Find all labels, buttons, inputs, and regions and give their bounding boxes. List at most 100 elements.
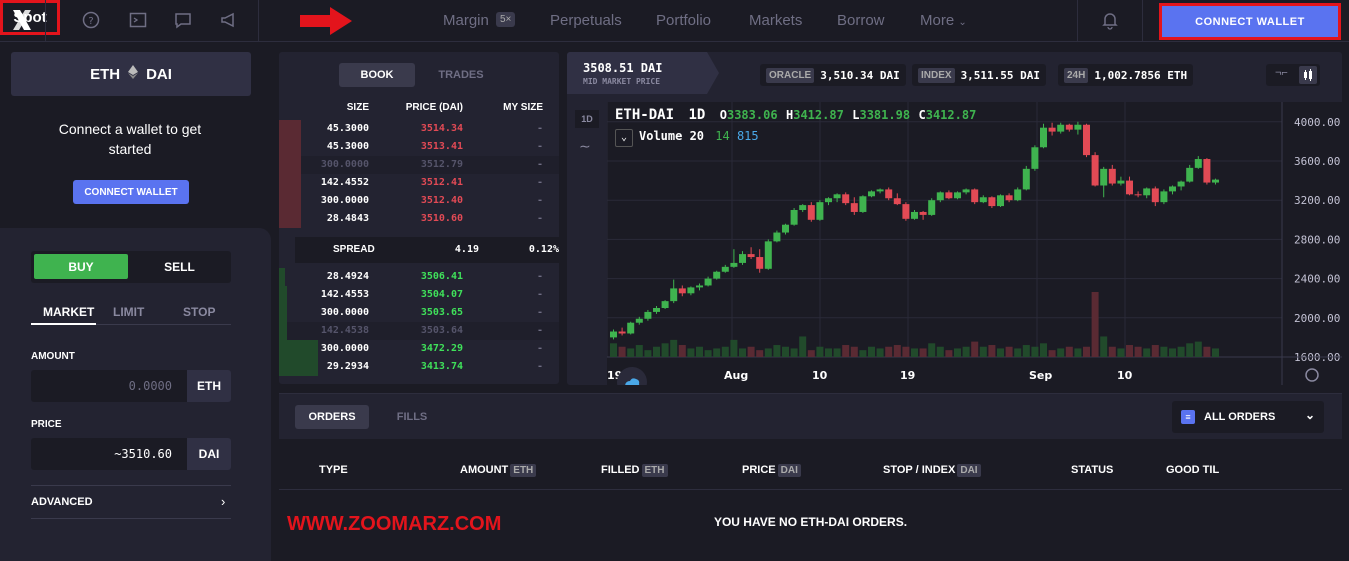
volume-bar: [1177, 346, 1185, 357]
megaphone-icon[interactable]: [219, 10, 239, 30]
tab-limit[interactable]: LIMIT: [113, 305, 144, 319]
ask-row[interactable]: 300.0000 3512.40 -: [279, 192, 559, 210]
volume-bar: [653, 346, 660, 357]
candle-body: [1186, 167, 1194, 182]
col-good-til: GOOD TIL: [1166, 464, 1220, 476]
depth-bar: [279, 268, 285, 286]
nav-portfolio[interactable]: Portfolio: [656, 12, 711, 29]
nav-perpetuals[interactable]: Perpetuals: [550, 12, 622, 29]
row-size: 45.3000: [326, 141, 369, 152]
index-value: 3,511.55 DAI: [960, 68, 1041, 82]
help-icon[interactable]: ?: [81, 10, 101, 30]
volume-bar: [670, 339, 678, 357]
bell-icon[interactable]: [1100, 10, 1120, 35]
orders-header: ORDERS FILLS ≡ ALL ORDERS ⌄: [279, 394, 1342, 439]
market-selector[interactable]: ETH DAI: [11, 52, 251, 96]
col-amount: AMOUNT ETH: [460, 464, 537, 477]
sidebar-connect-wallet-button[interactable]: CONNECT WALLET: [73, 180, 189, 204]
candle-body: [653, 308, 660, 312]
orders-filter-dropdown[interactable]: ≡ ALL ORDERS ⌄: [1172, 401, 1324, 433]
tab-fills[interactable]: FILLS: [379, 405, 445, 429]
interval-button[interactable]: 1D: [575, 110, 599, 128]
ask-row[interactable]: 300.0000 3512.79 -: [279, 156, 559, 174]
bid-row[interactable]: 142.4553 3504.07 -: [279, 286, 559, 304]
row-size: 142.4552: [320, 177, 369, 188]
price-input[interactable]: ~3510.60: [31, 438, 187, 470]
candle-body: [1048, 127, 1056, 132]
index-price: INDEX 3,511.55 DAI: [912, 64, 1047, 86]
volume-bar: [807, 350, 815, 357]
volume-bar: [747, 346, 755, 357]
candle-body: [1057, 124, 1065, 132]
ask-row[interactable]: 45.3000 3513.41 -: [279, 138, 559, 156]
y-tick-label: 3600.00: [1294, 155, 1340, 168]
depth-bar: [279, 286, 288, 304]
y-tick-label: 4000.00: [1294, 116, 1340, 129]
row-size: 300.0000: [320, 307, 369, 318]
tab-orders[interactable]: ORDERS: [295, 405, 369, 429]
candle-body: [644, 311, 652, 319]
bid-row[interactable]: 142.4538 3503.64 -: [279, 322, 559, 340]
tab-book[interactable]: BOOK: [339, 63, 415, 87]
bid-row[interactable]: 300.0000 3472.29 -: [279, 340, 559, 358]
candle-body: [687, 287, 695, 294]
high-value: 3412.87: [793, 108, 844, 122]
ask-row[interactable]: 28.4843 3510.60 -: [279, 210, 559, 228]
volume-bar: [696, 346, 703, 357]
chevron-down-icon: ⌄: [958, 17, 967, 28]
volume-bar: [618, 346, 626, 357]
chat-icon[interactable]: [173, 10, 193, 30]
row-my-size: -: [536, 141, 543, 152]
buy-button[interactable]: BUY: [34, 254, 128, 279]
terminal-icon[interactable]: [128, 10, 148, 30]
price-unit: DAI: [187, 438, 231, 470]
row-my-size: -: [536, 325, 543, 336]
tab-stop[interactable]: STOP: [183, 305, 215, 319]
x-tick-label: Sep: [1029, 369, 1052, 382]
bid-row[interactable]: 29.2934 3413.74 -: [279, 358, 559, 376]
row-price: 3514.34: [420, 123, 463, 134]
candle-body: [764, 241, 772, 269]
ask-row[interactable]: 45.3000 3514.34 -: [279, 120, 559, 138]
connect-wallet-button[interactable]: CONNECT WALLET: [1159, 3, 1341, 40]
volume-tag: 24H: [1064, 67, 1089, 83]
depth-bar: [279, 340, 319, 358]
ask-row[interactable]: 142.4552 3512.41 -: [279, 174, 559, 192]
indicator-icon[interactable]: ∼: [579, 138, 591, 155]
tab-market[interactable]: MARKET: [43, 305, 94, 319]
y-tick-label: 2400.00: [1294, 273, 1340, 286]
volume-bar: [971, 341, 979, 357]
row-my-size: -: [536, 123, 543, 134]
candlestick-chart[interactable]: 4000.00 3600.00 3200.00 2800.00 2400.00 2000.…: [606, 102, 1342, 385]
volume-bar: [1203, 346, 1211, 357]
nav-margin[interactable]: Margin: [443, 12, 489, 29]
nav-borrow[interactable]: Borrow: [837, 12, 885, 29]
volume-bar: [1057, 348, 1065, 357]
amount-input[interactable]: 0.0000: [31, 370, 187, 402]
volume-bar: [1134, 346, 1142, 357]
dydx-logo-icon[interactable]: [10, 8, 34, 32]
open-value: 3383.06: [726, 108, 778, 122]
list-icon: ≡: [1181, 410, 1195, 424]
advanced-toggle[interactable]: ADVANCED: [31, 496, 93, 508]
depth-chart-icon[interactable]: ¬⌐: [1275, 67, 1288, 79]
bid-row[interactable]: 300.0000 3503.65 -: [279, 304, 559, 322]
candle-body: [1108, 168, 1116, 184]
candle-body: [902, 204, 910, 219]
candle-body: [1212, 179, 1219, 183]
sell-button[interactable]: SELL: [131, 254, 228, 279]
spread-percent: 0.12%: [528, 244, 559, 255]
candle-body: [1169, 186, 1176, 192]
volume-indicator-label: Volume 20: [639, 129, 705, 143]
nav-markets[interactable]: Markets: [749, 12, 802, 29]
bid-row[interactable]: 28.4924 3506.41 -: [279, 268, 559, 286]
row-price: 3503.65: [420, 307, 463, 318]
collapse-chevron-icon[interactable]: ⌄: [615, 129, 633, 147]
tab-trades[interactable]: TRADES: [423, 63, 499, 87]
volume-bar: [1091, 292, 1099, 357]
candle-body: [807, 205, 815, 220]
volume-bar: [1186, 343, 1194, 357]
nav-more[interactable]: More ⌄: [920, 12, 967, 29]
volume-bar: [678, 345, 686, 357]
candle-chart-icon[interactable]: [1299, 66, 1317, 84]
